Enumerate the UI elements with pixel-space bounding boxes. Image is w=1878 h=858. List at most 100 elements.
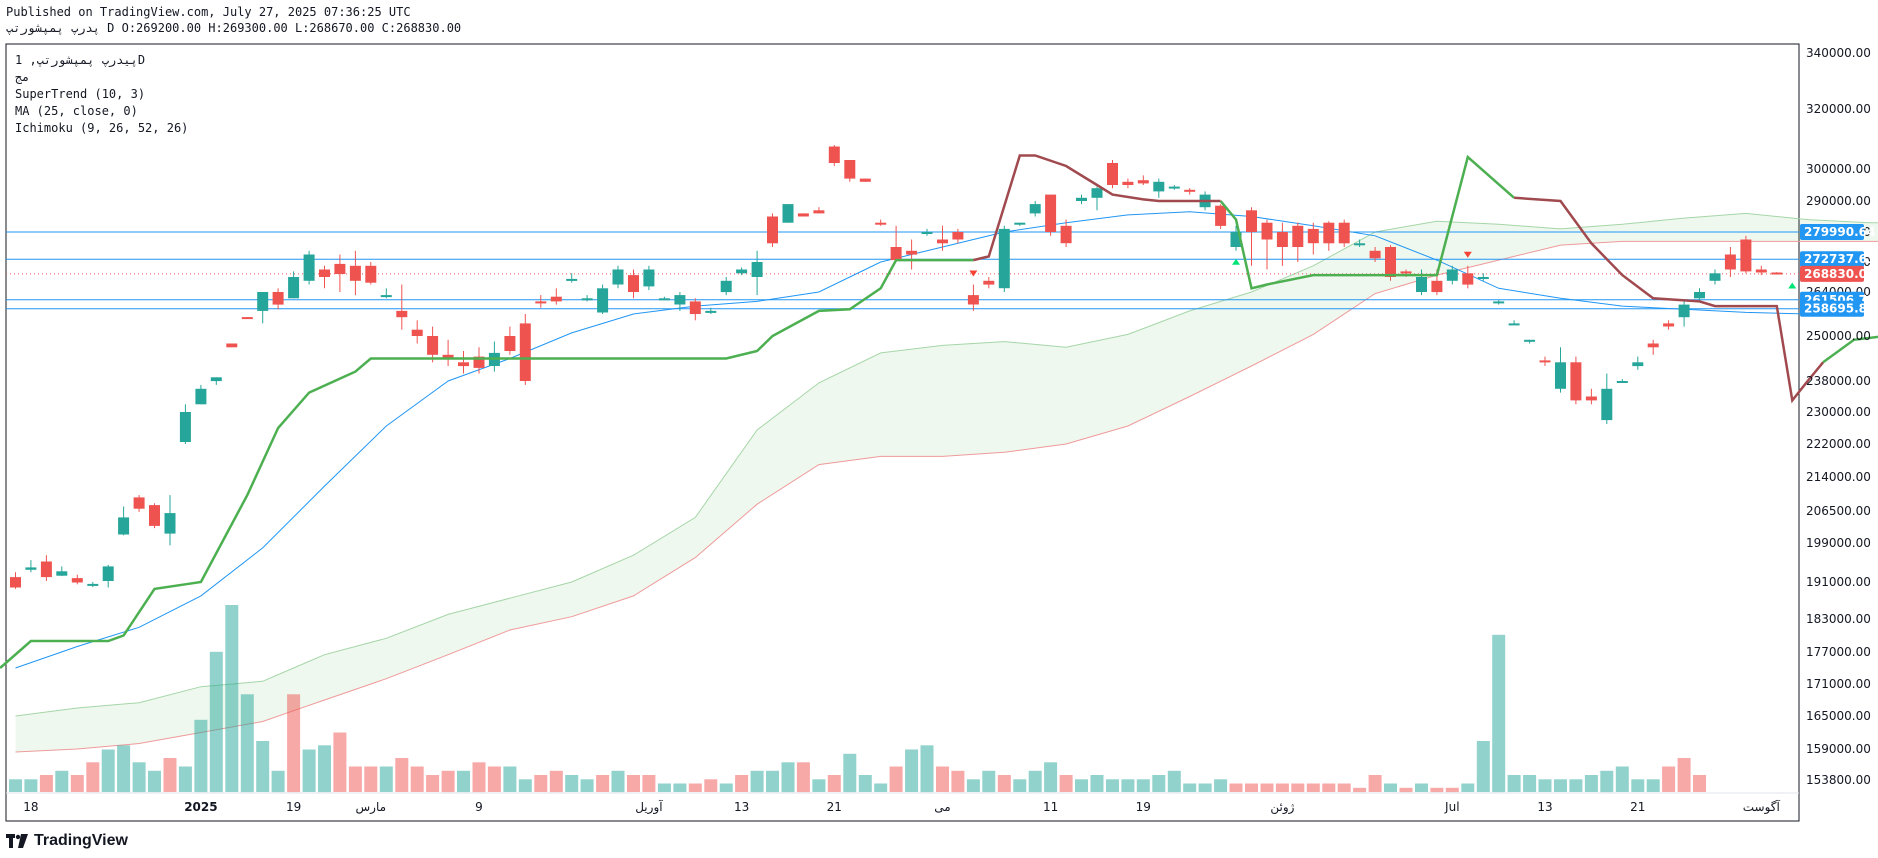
buy-arrow-icon xyxy=(1788,282,1797,289)
legend-supertrend[interactable]: SuperTrend (10, 3) xyxy=(15,86,188,103)
price-tag-label: 268830.00 xyxy=(1804,267,1875,281)
candle-body xyxy=(1755,269,1767,273)
volume-bar xyxy=(225,605,239,792)
volume-bar xyxy=(642,775,656,792)
candle-body xyxy=(566,278,578,281)
time-tick-label: 13 xyxy=(1537,800,1552,814)
volume-bar xyxy=(982,770,996,793)
candle-body xyxy=(1740,239,1752,272)
price-tick-label: 153800.00 xyxy=(1806,773,1871,787)
volume-bar xyxy=(148,770,161,793)
candle-body xyxy=(87,583,99,586)
price-tag-label: 279990.64 xyxy=(1804,225,1875,239)
legend-sub: مج xyxy=(15,70,30,84)
price-tick-label: 290000.00 xyxy=(1806,194,1871,208)
candle-body xyxy=(1493,301,1505,304)
price-tag-label: 272737.61 xyxy=(1804,252,1875,266)
candle-body xyxy=(674,295,686,305)
volume-bar xyxy=(657,783,671,792)
time-tick-label: ژوئن xyxy=(1270,800,1294,815)
time-tick-label: Jul xyxy=(1444,800,1459,814)
time-tick-label: آگوست xyxy=(1743,799,1781,815)
volume-bar xyxy=(395,758,409,792)
volume-bar xyxy=(287,694,301,793)
candle-body xyxy=(535,301,547,304)
candle-body xyxy=(1261,222,1273,240)
price-axis[interactable]: 340000.00320000.00300000.00290000.002800… xyxy=(1806,46,1871,787)
candle-body xyxy=(1014,222,1026,225)
volume-bar xyxy=(1106,779,1119,792)
candle-body xyxy=(998,228,1010,289)
volume-bar xyxy=(843,753,857,793)
time-tick-label: 21 xyxy=(827,800,842,814)
volume-bar xyxy=(1646,779,1660,792)
chart-canvas[interactable]: 340000.00320000.00300000.00290000.002800… xyxy=(0,0,1878,858)
price-tick-label: 159000.00 xyxy=(1806,742,1871,756)
candle-body xyxy=(1385,247,1396,277)
volume-bar xyxy=(1291,783,1305,792)
candle-body xyxy=(1091,188,1103,198)
candle-body xyxy=(875,222,887,225)
candle-body xyxy=(767,216,778,244)
volume-bar xyxy=(936,766,949,792)
legend-ma[interactable]: MA (25, close, 0) xyxy=(15,103,188,120)
time-axis[interactable]: 18 2025 19 مارس 9 آوریل 13 21 می 11 19 ژوئن Jul 13 21 آ… xyxy=(23,799,1878,815)
volume-bar xyxy=(735,775,749,792)
candle-body xyxy=(1524,339,1536,342)
candle-body xyxy=(658,298,670,301)
candle-body xyxy=(612,269,624,285)
volume-bar xyxy=(271,770,285,793)
footer: TradingView xyxy=(6,830,128,852)
price-tick-label: 199000.00 xyxy=(1806,536,1871,550)
candle-body xyxy=(813,210,825,214)
volume-bar xyxy=(364,766,378,792)
volume-bar xyxy=(1677,758,1691,792)
candle-body xyxy=(1400,271,1412,274)
candle-body xyxy=(241,317,253,320)
candle-body xyxy=(1107,163,1118,185)
candle-body xyxy=(937,239,948,244)
volume-bar xyxy=(1260,783,1274,792)
legend-symbol[interactable]: پیدرپ پمپشورتپ, 1D xyxy=(15,52,188,69)
candle-body xyxy=(1076,197,1087,201)
price-tick-label: 250000.00 xyxy=(1806,329,1871,343)
volume-bar xyxy=(379,766,393,792)
volume-bar xyxy=(1461,783,1475,792)
price-tags: 279990.64272737.61268830.00261506.732586… xyxy=(1800,224,1875,317)
volume-bar xyxy=(627,775,640,792)
volume-bar xyxy=(796,762,810,793)
candle-body xyxy=(1137,180,1149,184)
candle-body xyxy=(782,204,794,223)
candle-body xyxy=(689,301,701,314)
candle-body xyxy=(890,247,902,261)
candle-body xyxy=(643,269,655,287)
volume-bar xyxy=(1415,783,1428,792)
time-tick-label: 13 xyxy=(734,800,749,814)
brand-name[interactable]: TradingView xyxy=(34,832,128,850)
candle-body xyxy=(427,336,439,355)
candle-body xyxy=(1168,186,1180,189)
candle-body xyxy=(25,567,37,570)
volume-bar xyxy=(348,766,362,792)
candle-body xyxy=(1323,222,1335,244)
volume-bar xyxy=(457,770,470,793)
candle-body xyxy=(365,265,377,283)
time-tick-label: مارس xyxy=(356,800,387,815)
candle-body xyxy=(797,213,809,217)
volume-bar xyxy=(1121,779,1135,792)
volume-bar xyxy=(611,770,625,793)
time-tick-label: 18 xyxy=(23,800,38,814)
candle-body xyxy=(334,263,346,274)
candle-body xyxy=(40,561,52,578)
candle-body xyxy=(226,343,238,348)
candle-body xyxy=(1477,277,1489,279)
volume-bar xyxy=(1275,783,1289,792)
volume-bar xyxy=(997,775,1011,792)
volume-bar xyxy=(1013,779,1027,792)
legend-ichimoku[interactable]: Ichimoku (9, 26, 52, 26) xyxy=(15,120,188,137)
candle-body xyxy=(1585,396,1597,401)
candle-body xyxy=(1307,228,1319,244)
volume-bar xyxy=(441,770,455,793)
volume-bar xyxy=(1584,775,1598,792)
volume-bar xyxy=(86,762,100,793)
